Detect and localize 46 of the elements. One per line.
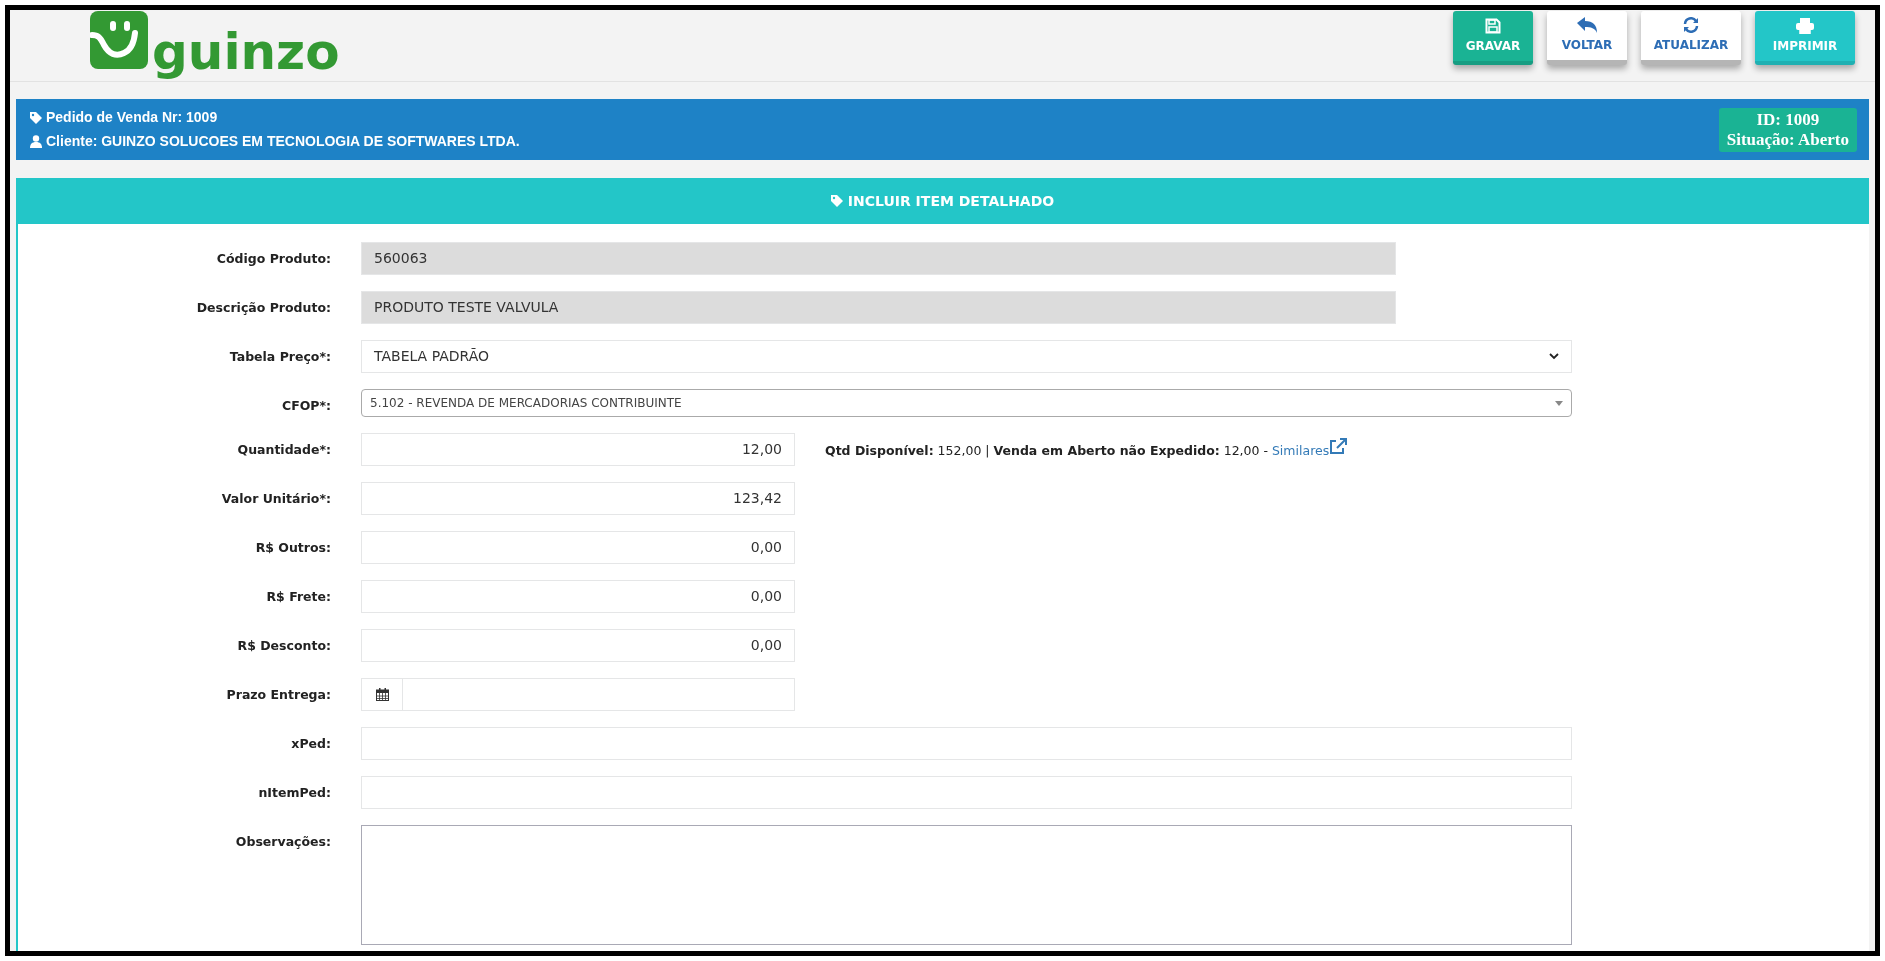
field-label: nItemPed: [257, 784, 331, 802]
notes-textarea[interactable] [361, 825, 1572, 945]
reply-arrow-icon [1577, 17, 1597, 33]
dropdown-field[interactable]: 5.102 - REVENDA DE MERCADORIAS CONTRIBUINTE [361, 389, 1572, 417]
caret-icon [1555, 400, 1563, 406]
printer-icon [1796, 17, 1814, 34]
field-label: CFOP*: [280, 397, 331, 415]
order-number: Pedido de Venda Nr: 1009 [46, 108, 218, 127]
number-field[interactable]: 0,00 [361, 629, 795, 662]
field-label: Tabela Preço*: [228, 348, 331, 366]
field-label: R$ Desconto: [236, 637, 331, 655]
field-label: Valor Unitário*: [220, 490, 331, 508]
similares-link[interactable]: Similares [1271, 442, 1348, 461]
field-label: R$ Outros: [254, 539, 331, 557]
panel-title: INCLUIR ITEM DETALHADO [847, 191, 1055, 211]
field-label: R$ Frete: [265, 588, 331, 606]
number-field[interactable]: 0,00 [361, 531, 795, 564]
text-field[interactable] [361, 776, 1572, 809]
number-field[interactable]: 12,00 [361, 433, 795, 466]
field-label: Código Produto: [215, 250, 331, 268]
select-field[interactable]: TABELA PADRÃO [361, 340, 1572, 373]
order-status: Situação: Aberto [1726, 129, 1849, 150]
toolbar-button[interactable]: ATUALIZAR [1641, 11, 1741, 65]
order-id: ID: 1009 [1756, 109, 1820, 130]
field-label: Observações: [234, 833, 331, 851]
readonly-field: PRODUTO TESTE VALVULA [361, 291, 1396, 324]
number-field[interactable]: 123,42 [361, 482, 795, 515]
date-field[interactable] [361, 678, 795, 711]
refresh-icon [1683, 17, 1699, 33]
stock-info: Qtd Disponível: 152,00 | Venda em Aberto não Expedido: 12,00 - Similares [825, 433, 1348, 461]
calendar-icon [375, 688, 389, 701]
readonly-field: 560063 [361, 242, 1396, 275]
field-label: Descrição Produto: [195, 299, 331, 317]
tag-icon [30, 111, 42, 124]
tag-icon [830, 195, 843, 207]
field-label: Quantidade*: [236, 441, 331, 459]
field-label: Prazo Entrega: [225, 686, 331, 704]
user-icon [30, 135, 42, 148]
number-field[interactable]: 0,00 [361, 580, 795, 613]
smiley-logo-icon [90, 11, 148, 69]
chevron-down-icon [1549, 353, 1559, 360]
text-field[interactable] [361, 727, 1572, 760]
toolbar-button[interactable]: VOLTAR [1547, 11, 1627, 65]
external-link-icon [1329, 438, 1348, 454]
field-label: xPed: [290, 735, 331, 753]
client-name: Cliente: GUINZO SOLUCOES EM TECNOLOGIA DE SOFTWARES LTDA. [46, 132, 520, 151]
